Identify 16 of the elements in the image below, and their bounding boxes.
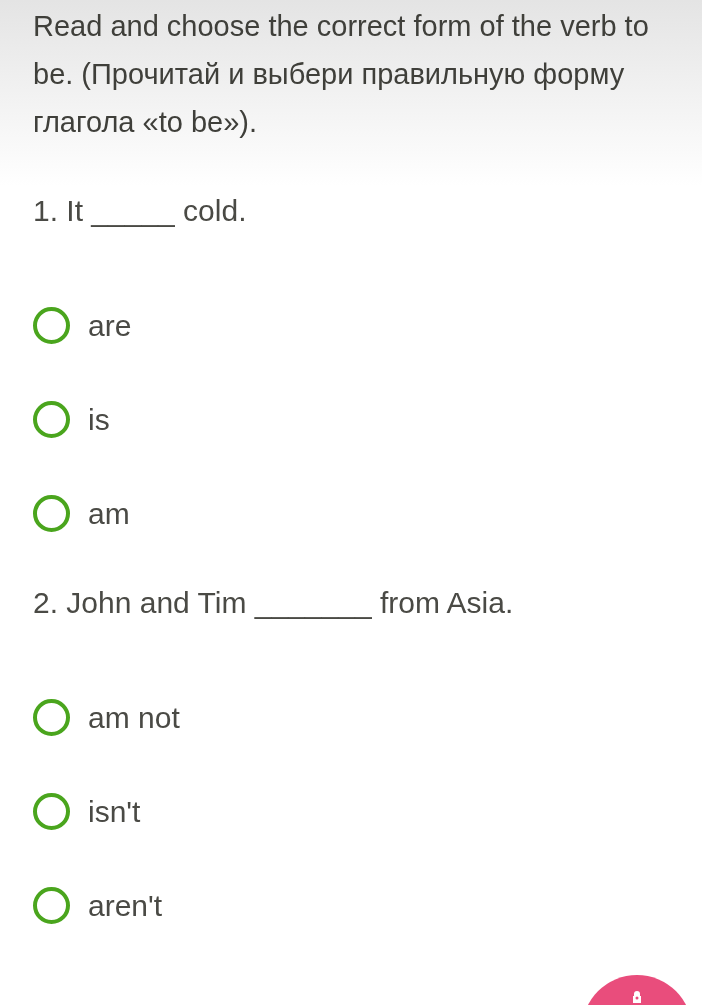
instruction-text: Read and choose the correct form of the verb to be. (Прочитай и выбери правильную форму глагола «to be»). [33,9,650,140]
question-text: 1. It _____ cold. [33,193,248,229]
radio-button[interactable] [33,400,70,438]
option-label: aren't [88,887,163,924]
radio-button[interactable] [33,306,70,344]
option-label: am [88,495,130,532]
question-text: 2. John and Tim _______ from Asia. [33,585,515,621]
radio-button[interactable] [33,494,70,532]
radio-button[interactable] [33,886,70,924]
option-label: am not [88,699,180,736]
radio-button[interactable] [33,792,70,830]
lock-icon [630,989,644,1003]
radio-button[interactable] [33,698,70,736]
option-label: isn't [88,793,141,830]
option-label: are [88,307,132,344]
option-label: is [88,401,110,438]
